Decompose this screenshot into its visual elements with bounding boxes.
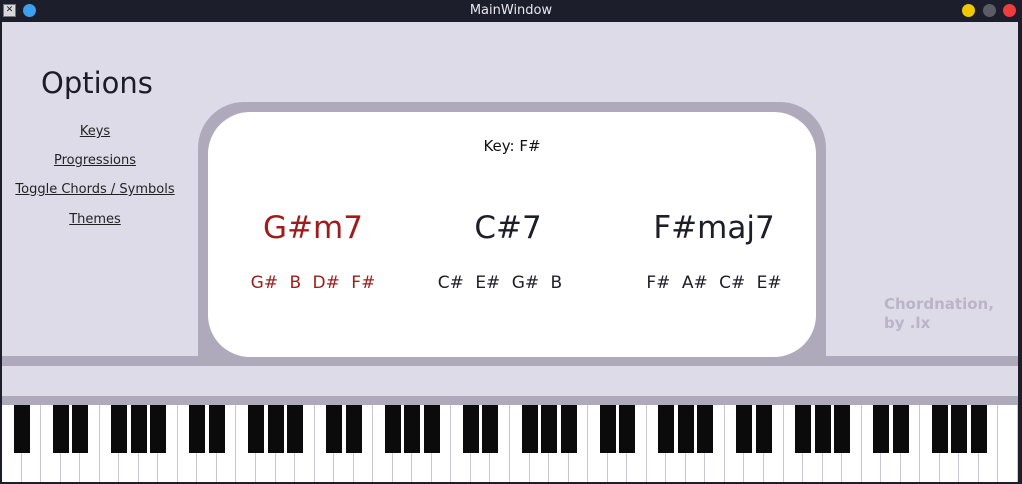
chord-3-name[interactable]: F#maj7 <box>614 210 814 246</box>
chord-3-notes: F# A# C# E# <box>646 273 782 293</box>
piano-black-key[interactable] <box>756 405 772 453</box>
chord-panel: Key: F# G#m7 G# B D# F# C#7 C# E# G# B F… <box>208 112 816 357</box>
piano-black-key[interactable] <box>384 405 401 453</box>
piano-black-key[interactable] <box>150 405 167 453</box>
piano-black-key[interactable] <box>189 405 206 453</box>
piano-black-key[interactable] <box>970 405 987 453</box>
piano-black-key[interactable] <box>111 405 128 453</box>
window-title: MainWindow <box>469 3 553 18</box>
piano-black-key[interactable] <box>248 405 264 453</box>
piano-black-key[interactable] <box>951 405 968 453</box>
piano-black-key[interactable] <box>462 405 479 453</box>
piano-black-key[interactable] <box>72 405 89 453</box>
piano-black-key[interactable] <box>677 405 694 453</box>
piano-black-key[interactable] <box>52 405 69 453</box>
piano-black-key[interactable] <box>130 405 147 453</box>
piano-black-key[interactable] <box>326 405 343 453</box>
piano-white-key[interactable] <box>998 405 1018 482</box>
toggle-chords-symbols-link[interactable]: Toggle Chords / Symbols <box>2 182 188 197</box>
progressions-link[interactable]: Progressions <box>2 153 188 168</box>
options-title: Options <box>41 66 153 100</box>
title-bar: ✕ MainWindow <box>0 0 1022 22</box>
piano-black-key[interactable] <box>619 405 636 453</box>
piano-black-key[interactable] <box>482 405 499 453</box>
key-label: Key: F# <box>483 137 541 155</box>
piano-black-key[interactable] <box>423 405 440 453</box>
piano-black-key[interactable] <box>873 405 890 453</box>
piano-black-key[interactable] <box>892 405 909 453</box>
piano-black-key[interactable] <box>658 405 675 453</box>
piano-black-key[interactable] <box>267 405 284 453</box>
piano-black-key[interactable] <box>208 405 225 453</box>
keys-link[interactable]: Keys <box>2 124 188 139</box>
piano-keyboard[interactable] <box>2 405 1018 482</box>
main-window-client: Options Keys Progressions Toggle Chords … <box>2 22 1018 482</box>
piano-black-key[interactable] <box>599 405 616 453</box>
piano-black-key[interactable] <box>541 405 558 453</box>
piano-black-key[interactable] <box>814 405 831 453</box>
piano-black-key[interactable] <box>931 405 948 453</box>
piano-black-key[interactable] <box>345 405 362 453</box>
app-credit: Chordnation, by .lx <box>884 295 994 333</box>
piano-black-key[interactable] <box>736 405 753 453</box>
credit-line-1: Chordnation, <box>884 295 994 313</box>
piano-black-key[interactable] <box>404 405 421 453</box>
themes-link[interactable]: Themes <box>2 212 188 227</box>
chord-2-notes: C# E# G# B <box>437 273 563 293</box>
keyboard-shelf <box>2 396 1018 405</box>
minimize-button[interactable] <box>962 4 975 17</box>
piano-black-key[interactable] <box>13 405 30 453</box>
piano-black-key[interactable] <box>834 405 851 453</box>
chord-2-name[interactable]: C#7 <box>408 210 608 246</box>
piano-black-key[interactable] <box>560 405 577 453</box>
close-button[interactable] <box>1003 4 1016 17</box>
chord-1-notes: G# B D# F# <box>250 273 376 293</box>
piano-black-key[interactable] <box>795 405 812 453</box>
piano-black-key[interactable] <box>697 405 714 453</box>
piano-black-key[interactable] <box>287 405 304 453</box>
credit-line-2: by .lx <box>884 314 931 332</box>
piano-black-key[interactable] <box>521 405 538 453</box>
maximize-button[interactable] <box>983 4 996 17</box>
chord-1-name[interactable]: G#m7 <box>213 210 413 246</box>
